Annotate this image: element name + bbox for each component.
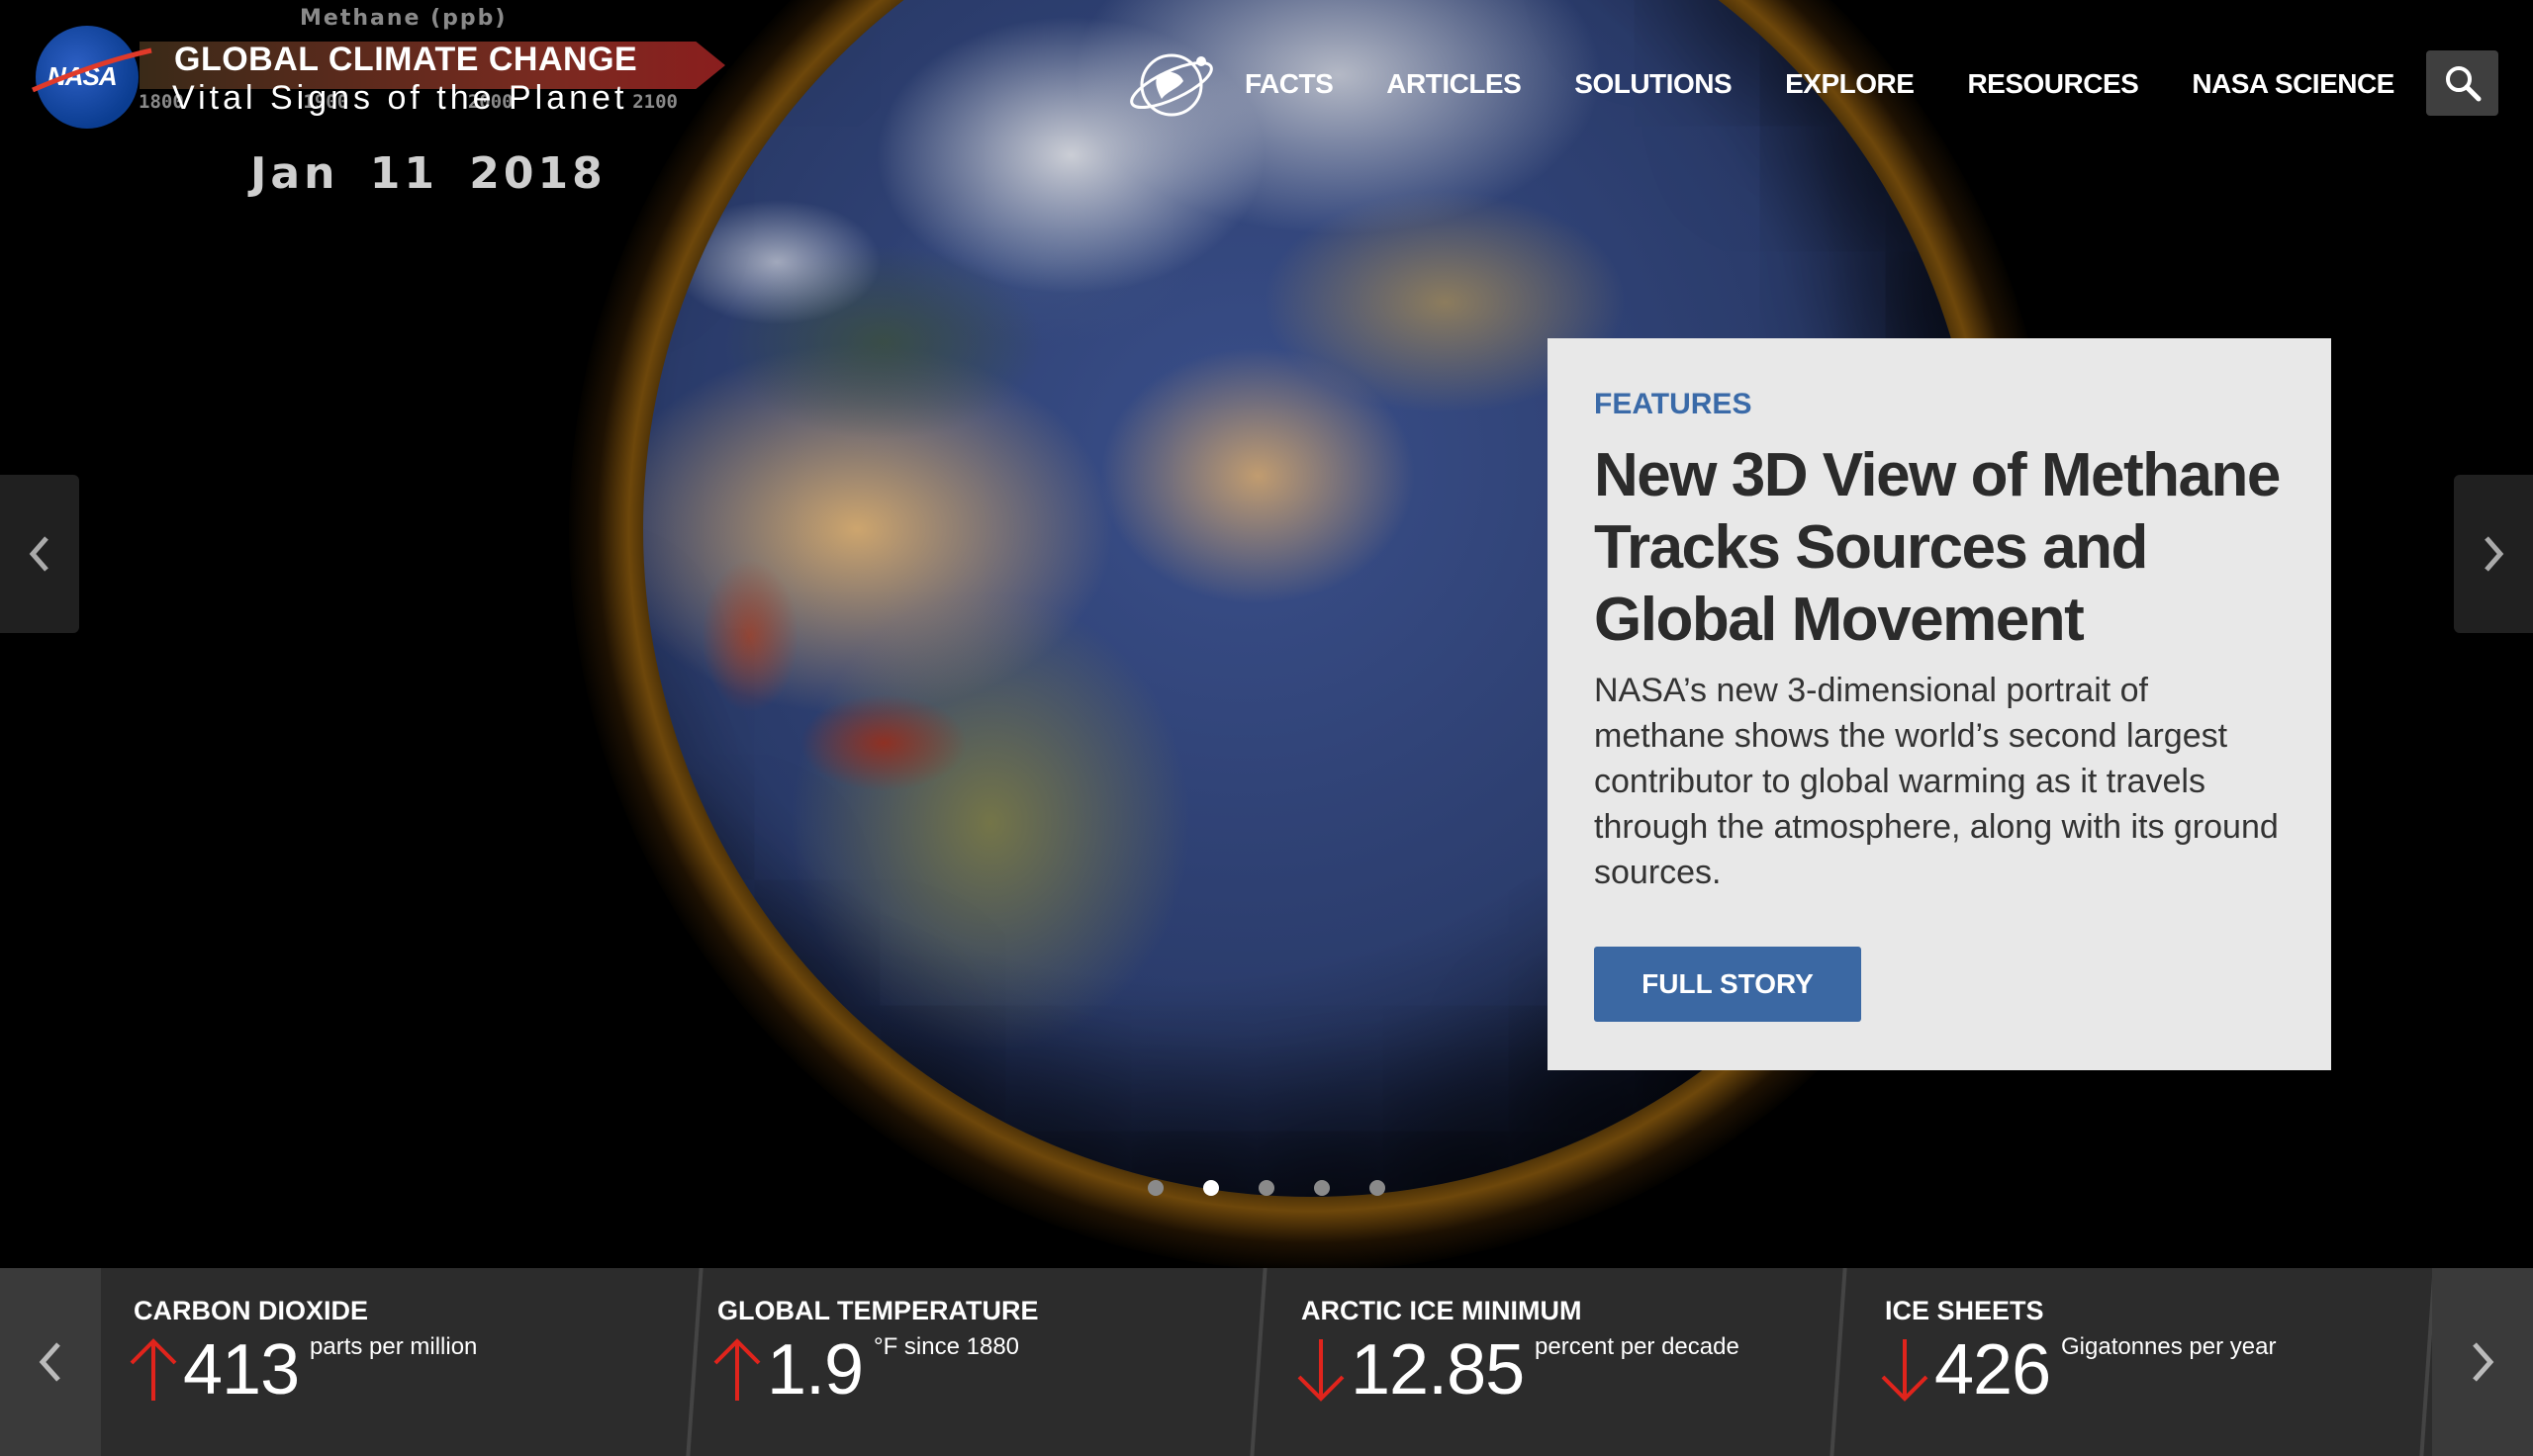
nav-facts[interactable]: FACTS <box>1245 68 1334 100</box>
logo-title: GLOBAL CLIMATE CHANGE <box>174 41 638 78</box>
full-story-button[interactable]: FULL STORY <box>1594 947 1861 1022</box>
feature-kicker[interactable]: FEATURES <box>1594 388 2286 421</box>
vital-value: 1.9 <box>767 1330 864 1410</box>
nav-resources[interactable]: RESOURCES <box>1967 68 2138 100</box>
nav-explore[interactable]: EXPLORE <box>1785 68 1915 100</box>
vital-unit: Gigatonnes per year <box>2061 1333 2277 1360</box>
carousel-dot-1[interactable] <box>1148 1180 1164 1196</box>
vital-unit: °F since 1880 <box>874 1333 1020 1360</box>
trend-up-icon <box>713 1338 761 1401</box>
feature-title[interactable]: New 3D View of Methane Tracks Sources an… <box>1594 439 2286 656</box>
vitals-next-button[interactable] <box>2432 1268 2533 1456</box>
carousel-dots <box>1148 1180 1425 1196</box>
vital-value: 12.85 <box>1351 1330 1525 1410</box>
carousel-dot-4[interactable] <box>1314 1180 1330 1196</box>
carousel-dot-2[interactable] <box>1203 1180 1219 1196</box>
vital-title: ICE SHEETS <box>1885 1296 2044 1325</box>
nav-solutions[interactable]: SOLUTIONS <box>1574 68 1732 100</box>
vital-arctic-ice-minimum[interactable]: ARCTIC ICE MINIMUM 12.85 percent per dec… <box>1297 1268 1816 1456</box>
site-logo[interactable]: NASA GLOBAL CLIMATE CHANGE Vital Signs o… <box>32 26 725 129</box>
video-date: Jan 11 2018 <box>250 148 607 199</box>
vital-title: ARCTIC ICE MINIMUM <box>1301 1296 1582 1325</box>
climate-globe-icon[interactable] <box>1128 40 1219 129</box>
main-nav: FACTS ARTICLES SOLUTIONS EXPLORE RESOURC… <box>1128 40 2448 129</box>
chevron-right-icon <box>2473 1342 2494 1382</box>
nav-nasa-science[interactable]: NASA SCIENCE <box>2192 68 2394 100</box>
hero-slider: Methane (ppb) 1800 1900 2000 2100 Jan 11… <box>0 0 2533 1268</box>
vital-global-temperature[interactable]: GLOBAL TEMPERATURE 1.9 °F since 1880 <box>713 1268 1232 1456</box>
vital-title: GLOBAL TEMPERATURE <box>717 1296 1039 1325</box>
carousel-dot-3[interactable] <box>1259 1180 1274 1196</box>
vital-unit: parts per million <box>310 1333 478 1360</box>
vitals-prev-button[interactable] <box>0 1268 101 1456</box>
trend-up-icon <box>130 1338 177 1401</box>
slider-prev-button[interactable] <box>0 475 79 633</box>
vital-value: 426 <box>1934 1330 2051 1410</box>
chevron-right-icon <box>2485 536 2504 572</box>
vital-title: CARBON DIOXIDE <box>134 1296 369 1325</box>
feature-card: FEATURES New 3D View of Methane Tracks S… <box>1548 338 2331 1070</box>
slider-next-button[interactable] <box>2454 475 2533 633</box>
feature-description: NASA’s new 3-dimensional portrait of met… <box>1594 672 2279 891</box>
logo-subtitle: Vital Signs of the Planet <box>172 79 628 117</box>
vital-value: 413 <box>183 1330 300 1410</box>
chevron-left-icon <box>29 536 48 572</box>
vital-signs-bar: CARBON DIOXIDE 413 parts per million GLO… <box>0 1268 2533 1456</box>
vital-carbon-dioxide[interactable]: CARBON DIOXIDE 413 parts per million <box>130 1268 668 1456</box>
search-button[interactable] <box>2426 50 2498 116</box>
chevron-left-icon <box>39 1342 60 1382</box>
vital-ice-sheets[interactable]: ICE SHEETS 426 Gigatonnes per year <box>1881 1268 2399 1456</box>
vital-unit: percent per decade <box>1535 1333 1739 1360</box>
nav-articles[interactable]: ARTICLES <box>1386 68 1522 100</box>
search-icon <box>2445 66 2481 102</box>
carousel-dot-5[interactable] <box>1369 1180 1385 1196</box>
trend-down-icon <box>1881 1339 1928 1402</box>
nasa-swoosh-icon <box>32 47 152 93</box>
trend-down-icon <box>1297 1339 1345 1402</box>
